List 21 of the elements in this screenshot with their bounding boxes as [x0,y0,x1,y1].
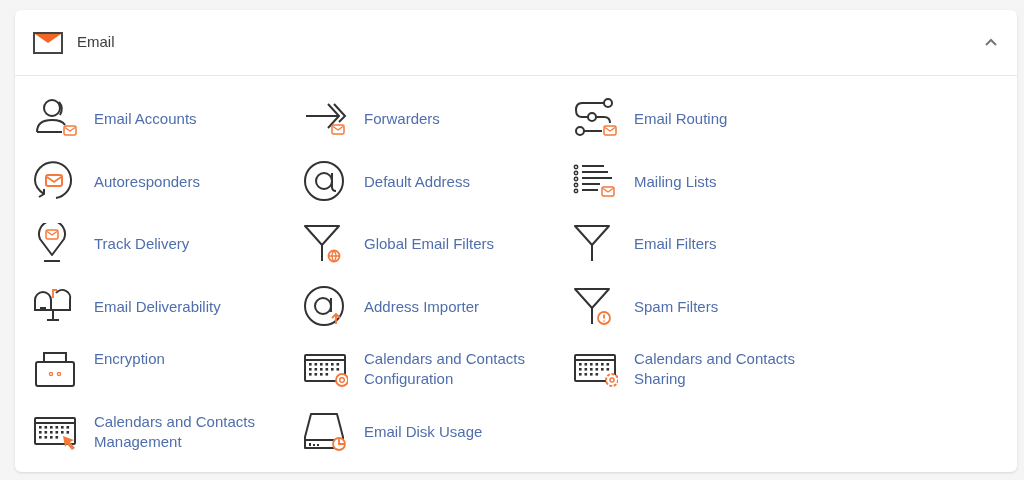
tool-link[interactable]: Email Filters [572,213,842,276]
tool-link[interactable]: Autoresponders [32,150,302,213]
section-title: Email [77,32,116,53]
tool-link[interactable]: Mailing Lists [572,150,842,213]
tool-link[interactable]: Email Disk Usage [302,400,572,463]
route-icon [572,98,618,139]
tool-link[interactable]: Encryption [32,338,302,401]
tool-link[interactable]: Global Email Filters [302,213,572,276]
tool-link[interactable]: Calendars and Contacts Management [32,400,302,463]
tool-link[interactable]: Spam Filters [572,275,842,338]
tool-link[interactable]: Email Routing [572,88,842,151]
disk-icon [302,410,348,451]
tool-link[interactable]: Calendars and Contacts Configuration [302,338,572,401]
tool-link[interactable]: Default Address [302,150,572,213]
tool-link[interactable]: Track Delivery [32,213,302,276]
tool-link[interactable]: Calendars and Contacts Sharing [572,338,842,401]
tool-link[interactable]: Forwarders [302,88,572,151]
envelope-icon [33,31,63,54]
tool-link[interactable]: Address Importer [302,275,572,338]
tool-link[interactable]: Email Deliverability [32,275,302,338]
tool-link[interactable]: Email Accounts [32,88,302,151]
